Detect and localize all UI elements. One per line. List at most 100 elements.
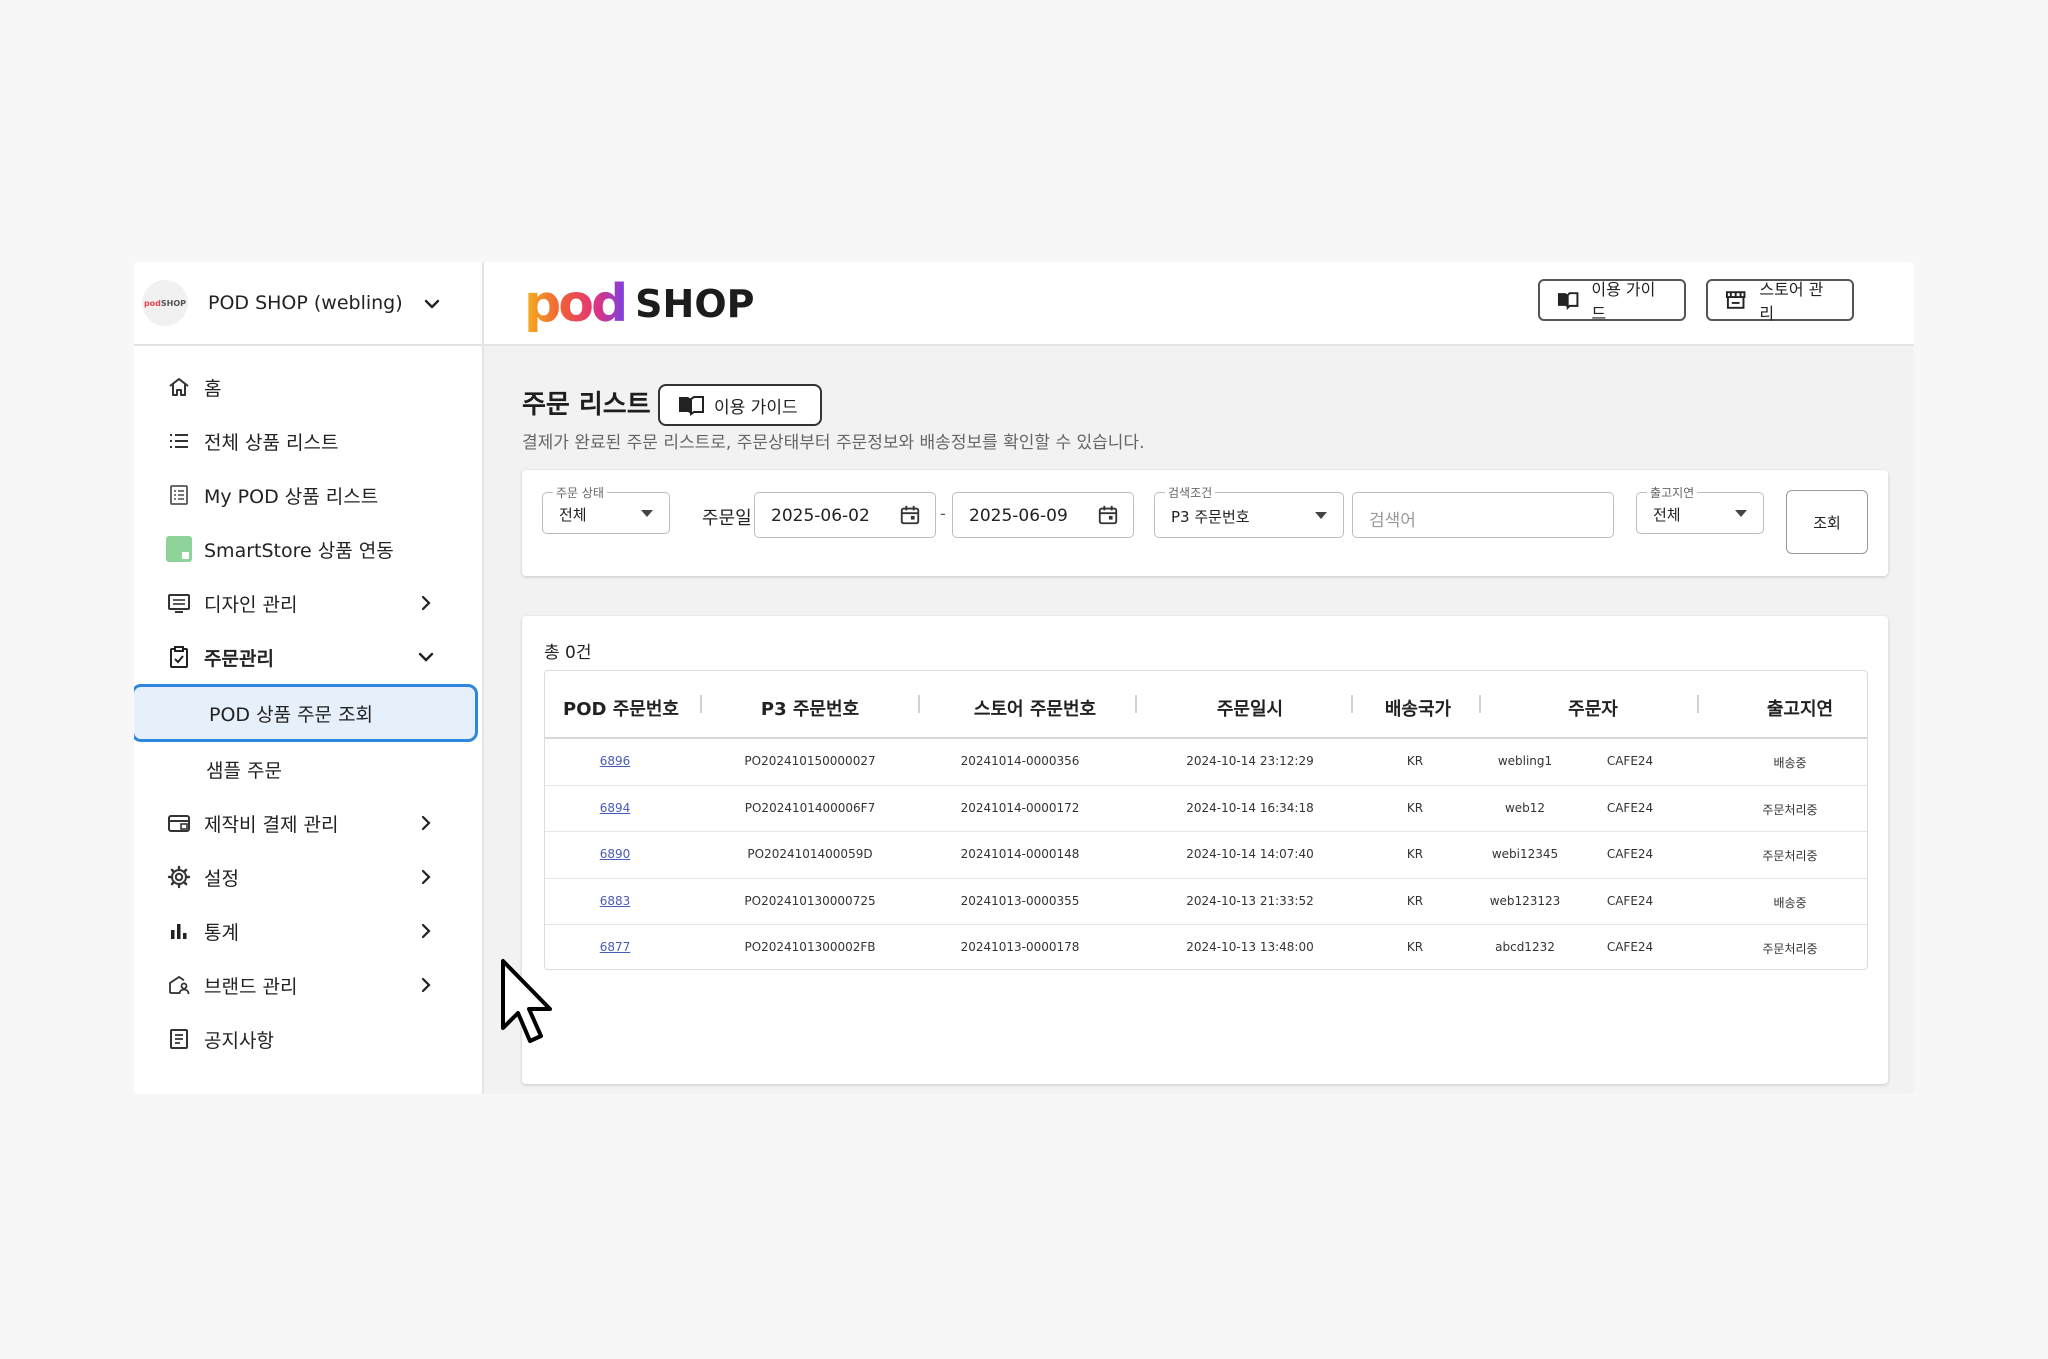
date-to-input[interactable]: 2025-06-09 (952, 492, 1134, 538)
store-icon (1725, 291, 1746, 309)
column-header[interactable]: P3 주문번호 (725, 695, 895, 721)
orderer-channel: CAFE24 (1606, 800, 1654, 815)
sidebar-item-label: 브랜드 관리 (204, 975, 298, 998)
store-switcher[interactable]: pod SHOP POD SHOP (webling) (134, 262, 482, 346)
chevron-right-icon (421, 977, 431, 993)
orderer-channel: CAFE24 (1606, 893, 1654, 908)
date-from-input[interactable]: 2025-06-02 (754, 492, 936, 538)
column-divider (1135, 695, 1137, 713)
sidebar-item-label: 전체 상품 리스트 (204, 431, 339, 454)
bar-chart-icon (166, 918, 192, 944)
ship-country: KR (1406, 847, 1424, 861)
ship-country: KR (1406, 800, 1424, 815)
sidebar-item-statistics[interactable]: 통계 (134, 904, 482, 958)
calendar-icon[interactable] (899, 504, 921, 526)
sidebar-item-my-pod-products[interactable]: My POD 상품 리스트 (134, 468, 482, 522)
table-row[interactable]: 6896 PO202410150000027 20241014-0000356 … (545, 739, 1867, 786)
order-datetime: 2024-10-14 23:12:29 (1186, 754, 1314, 768)
pod-order-link[interactable]: 6890 (565, 847, 665, 861)
search-condition-select[interactable]: 검색조건 P3 주문번호 (1154, 484, 1344, 538)
page-title: 주문 리스트 (522, 390, 651, 420)
pod-order-link[interactable]: 6883 (565, 894, 665, 908)
mouse-cursor-icon (501, 959, 552, 1043)
order-status-select[interactable]: 주문 상태 전체 (542, 484, 670, 534)
guide-button[interactable]: 이용 가이드 (1538, 279, 1686, 323)
store-manage-label: 스토어 관리 (1759, 280, 1824, 323)
column-header[interactable]: 주문자 (1495, 695, 1691, 721)
caret-down-icon (1315, 512, 1327, 519)
order-date-label: 주문일 (702, 508, 752, 529)
total-count: 총 0건 (544, 643, 592, 663)
sidebar-item-brand[interactable]: 브랜드 관리 (134, 958, 482, 1012)
sidebar-item-payment[interactable]: 제작비 결제 관리 (134, 796, 482, 850)
store-order-number: 20241014-0000356 (960, 754, 1080, 768)
chevron-right-icon (421, 923, 431, 939)
column-header[interactable]: 배송국가 (1365, 695, 1471, 721)
main-content: pod SHOP 이용 가이드 스토어 관리 주문 리스트 이용 가이드 결제가… (484, 262, 1914, 1094)
sidebar-item-label: 샘플 주문 (206, 759, 282, 782)
store-manage-button[interactable]: 스토어 관리 (1706, 279, 1854, 323)
sidebar-subitem-sample-order[interactable]: 샘플 주문 (134, 742, 482, 796)
caret-down-icon (641, 510, 653, 517)
shipping-delay-select[interactable]: 출고지연 전체 (1636, 484, 1764, 534)
sidebar-item-label: POD 상품 주문 조회 (209, 703, 374, 726)
search-button[interactable]: 조회 (1786, 490, 1868, 554)
table-row[interactable]: 6890 PO2024101400059D 20241014-0000148 2… (545, 832, 1867, 879)
book-icon (1557, 292, 1579, 311)
column-divider (700, 695, 702, 713)
sidebar-item-settings[interactable]: 설정 (134, 850, 482, 904)
pod-order-link[interactable]: 6896 (565, 754, 665, 768)
page-guide-button[interactable]: 이용 가이드 (658, 384, 822, 426)
column-header[interactable]: POD 주문번호 (561, 695, 681, 721)
ship-country: KR (1406, 940, 1424, 954)
credit-card-icon (166, 810, 192, 836)
pod-order-link[interactable]: 6877 (565, 940, 665, 954)
chevron-right-icon (421, 595, 431, 611)
sidebar-item-label: 홈 (204, 377, 222, 400)
sidebar-subitem-pod-order-search[interactable]: POD 상품 주문 조회 (134, 684, 478, 742)
orderer-channel: CAFE24 (1606, 847, 1654, 861)
orderer-id: webi12345 (1491, 847, 1559, 861)
caret-down-icon (1735, 510, 1747, 517)
field-label: 주문 상태 (553, 484, 607, 501)
shipping-delay: 주문처리중 (1762, 802, 1818, 817)
date-separator: - (940, 504, 946, 523)
sidebar-item-label: My POD 상품 리스트 (204, 485, 379, 508)
store-order-number: 20241014-0000172 (960, 800, 1080, 815)
column-divider (1351, 695, 1353, 713)
field-value: 2025-06-02 (771, 506, 870, 526)
store-order-number: 20241013-0000178 (960, 940, 1080, 954)
sidebar: pod SHOP POD SHOP (webling) 홈 전체 상품 리스트 M… (134, 262, 484, 1094)
sidebar-item-notice[interactable]: 공지사항 (134, 1012, 482, 1066)
column-header[interactable]: 주문일시 (1155, 695, 1345, 721)
calendar-icon[interactable] (1097, 504, 1119, 526)
pod-shop-logo[interactable]: pod SHOP (524, 274, 755, 334)
column-divider (1697, 695, 1699, 713)
shipping-delay: 배송중 (1773, 756, 1807, 770)
sidebar-item-label: SmartStore 상품 연동 (204, 539, 394, 562)
search-input[interactable]: 검색어 (1352, 492, 1614, 538)
chevron-down-icon (418, 652, 434, 662)
sidebar-item-home[interactable]: 홈 (134, 360, 482, 414)
sidebar-item-label: 주문관리 (204, 647, 274, 670)
sidebar-item-label: 공지사항 (204, 1029, 274, 1052)
top-bar: pod SHOP 이용 가이드 스토어 관리 (484, 262, 1914, 346)
column-divider (918, 695, 920, 713)
order-datetime: 2024-10-14 16:34:18 (1186, 800, 1314, 815)
pod-order-link[interactable]: 6894 (565, 801, 665, 815)
table-row[interactable]: 6894 PO2024101400006F7 20241014-0000172 … (545, 786, 1867, 832)
sidebar-item-label: 설정 (204, 867, 239, 890)
column-header[interactable]: 출고지연 (1735, 695, 1865, 721)
sidebar-item-design[interactable]: 디자인 관리 (134, 576, 482, 630)
sidebar-item-all-products[interactable]: 전체 상품 리스트 (134, 414, 482, 468)
orderer-id: web12 (1504, 800, 1546, 815)
table-row[interactable]: 6877 PO2024101300002FB 20241013-0000178 … (545, 925, 1867, 969)
p3-order-number: PO202410150000027 (744, 754, 876, 768)
sidebar-item-smartstore[interactable]: SmartStore 상품 연동 (134, 522, 482, 576)
chevron-down-icon[interactable] (420, 292, 444, 316)
table-row[interactable]: 6883 PO202410130000725 20241013-0000355 … (545, 879, 1867, 925)
sidebar-item-orders[interactable]: 주문관리 (134, 630, 482, 684)
column-header[interactable]: 스토어 주문번호 (940, 695, 1130, 721)
p3-order-number: PO2024101400006F7 (744, 800, 876, 815)
p3-order-number: PO2024101400059D (747, 847, 873, 861)
